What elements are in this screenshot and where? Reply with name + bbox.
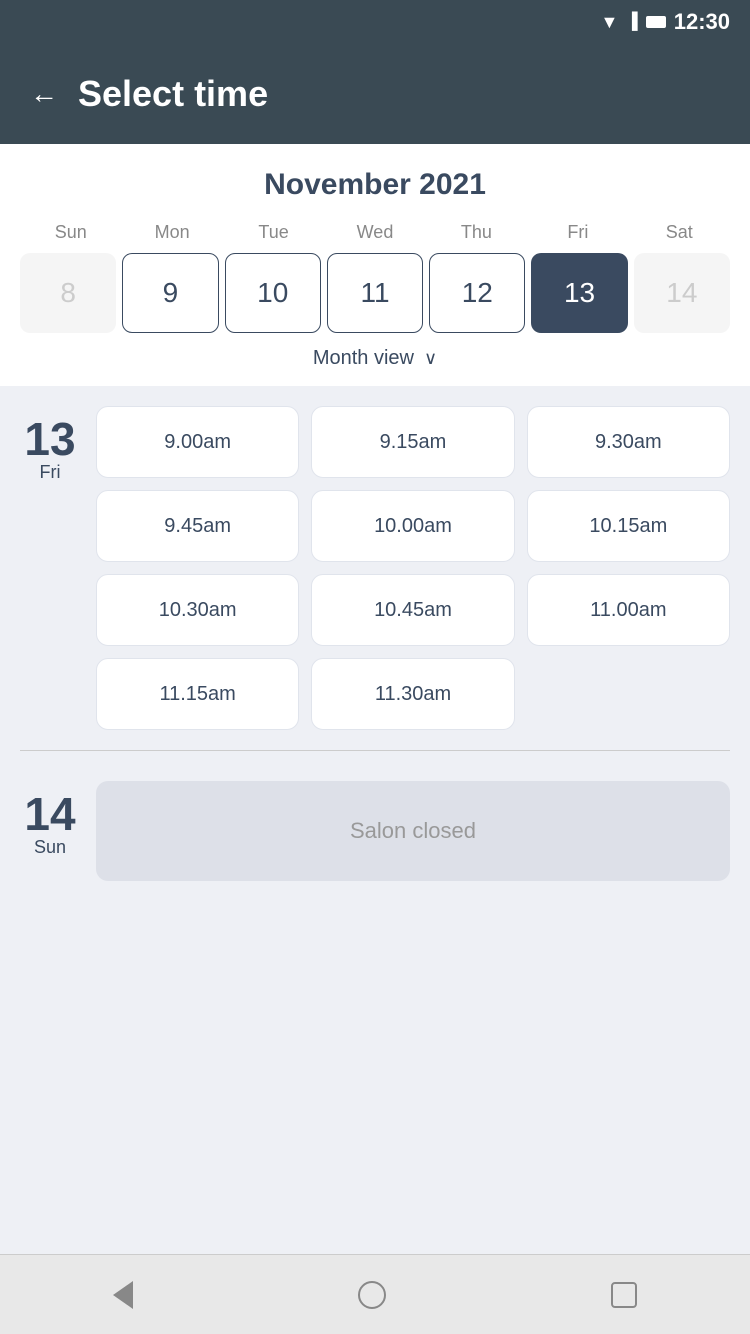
battery-icon bbox=[646, 16, 666, 28]
divider bbox=[20, 750, 730, 751]
weekday-fri: Fri bbox=[527, 222, 628, 243]
day-13[interactable]: 13 bbox=[531, 253, 627, 333]
day-13-number: 13 bbox=[24, 416, 75, 462]
time-slot-930am[interactable]: 9.30am bbox=[527, 406, 730, 478]
day-14-label: 14 Sun bbox=[20, 781, 80, 881]
day-10[interactable]: 10 bbox=[225, 253, 321, 333]
weekday-thu: Thu bbox=[426, 222, 527, 243]
calendar-section: November 2021 Sun Mon Tue Wed Thu Fri Sa… bbox=[0, 144, 750, 386]
day-13-time-grid: 9.00am 9.15am 9.30am 9.45am 10.00am 10.1… bbox=[96, 406, 730, 730]
status-icons: ▼ ▐ 12:30 bbox=[601, 9, 730, 35]
time-slot-900am[interactable]: 9.00am bbox=[96, 406, 299, 478]
page-title: Select time bbox=[78, 73, 268, 115]
back-triangle-icon bbox=[113, 1281, 133, 1309]
day-14[interactable]: 14 bbox=[634, 253, 730, 333]
nav-back-button[interactable] bbox=[113, 1281, 133, 1309]
weekday-sat: Sat bbox=[629, 222, 730, 243]
time-slot-1115am[interactable]: 11.15am bbox=[96, 658, 299, 730]
time-slot-915am[interactable]: 9.15am bbox=[311, 406, 514, 478]
chevron-down-icon: ∨ bbox=[424, 348, 437, 369]
status-bar: ▼ ▐ 12:30 bbox=[0, 0, 750, 44]
weekday-wed: Wed bbox=[324, 222, 425, 243]
nav-recent-button[interactable] bbox=[611, 1282, 637, 1308]
time-slot-1045am[interactable]: 10.45am bbox=[311, 574, 514, 646]
day-9[interactable]: 9 bbox=[122, 253, 218, 333]
day-13-name: Fri bbox=[40, 462, 61, 483]
month-year-label: November 2021 bbox=[20, 168, 730, 202]
salon-closed-box: Salon closed bbox=[96, 781, 730, 881]
day-8[interactable]: 8 bbox=[20, 253, 116, 333]
days-row: 8 9 10 11 12 13 14 bbox=[20, 253, 730, 333]
day-14-name: Sun bbox=[34, 837, 66, 858]
month-view-toggle[interactable]: Month view ∨ bbox=[20, 347, 730, 370]
day-11[interactable]: 11 bbox=[327, 253, 423, 333]
time-slot-1000am[interactable]: 10.00am bbox=[311, 490, 514, 562]
weekday-mon: Mon bbox=[121, 222, 222, 243]
weekday-tue: Tue bbox=[223, 222, 324, 243]
day-13-label: 13 Fri bbox=[20, 406, 80, 730]
day-12[interactable]: 12 bbox=[429, 253, 525, 333]
back-button[interactable]: ← bbox=[30, 78, 58, 110]
wifi-icon: ▼ bbox=[601, 12, 619, 33]
day-14-block: 14 Sun Salon closed bbox=[20, 781, 730, 881]
weekday-sun: Sun bbox=[20, 222, 121, 243]
month-view-label: Month view bbox=[313, 347, 414, 370]
status-time: 12:30 bbox=[674, 9, 730, 35]
signal-icon: ▐ bbox=[626, 13, 637, 31]
time-slots-section: 13 Fri 9.00am 9.15am 9.30am 9.45am 10.00… bbox=[0, 386, 750, 1254]
recent-square-icon bbox=[611, 1282, 637, 1308]
home-circle-icon bbox=[358, 1281, 386, 1309]
weekdays-row: Sun Mon Tue Wed Thu Fri Sat bbox=[20, 222, 730, 243]
nav-home-button[interactable] bbox=[358, 1281, 386, 1309]
time-slot-1015am[interactable]: 10.15am bbox=[527, 490, 730, 562]
time-slot-1130am[interactable]: 11.30am bbox=[311, 658, 514, 730]
time-slot-945am[interactable]: 9.45am bbox=[96, 490, 299, 562]
day-14-number: 14 bbox=[24, 791, 75, 837]
time-slot-1100am[interactable]: 11.00am bbox=[527, 574, 730, 646]
header: ← Select time bbox=[0, 44, 750, 144]
time-slot-1030am[interactable]: 10.30am bbox=[96, 574, 299, 646]
day-13-block: 13 Fri 9.00am 9.15am 9.30am 9.45am 10.00… bbox=[20, 406, 730, 730]
nav-bar bbox=[0, 1254, 750, 1334]
